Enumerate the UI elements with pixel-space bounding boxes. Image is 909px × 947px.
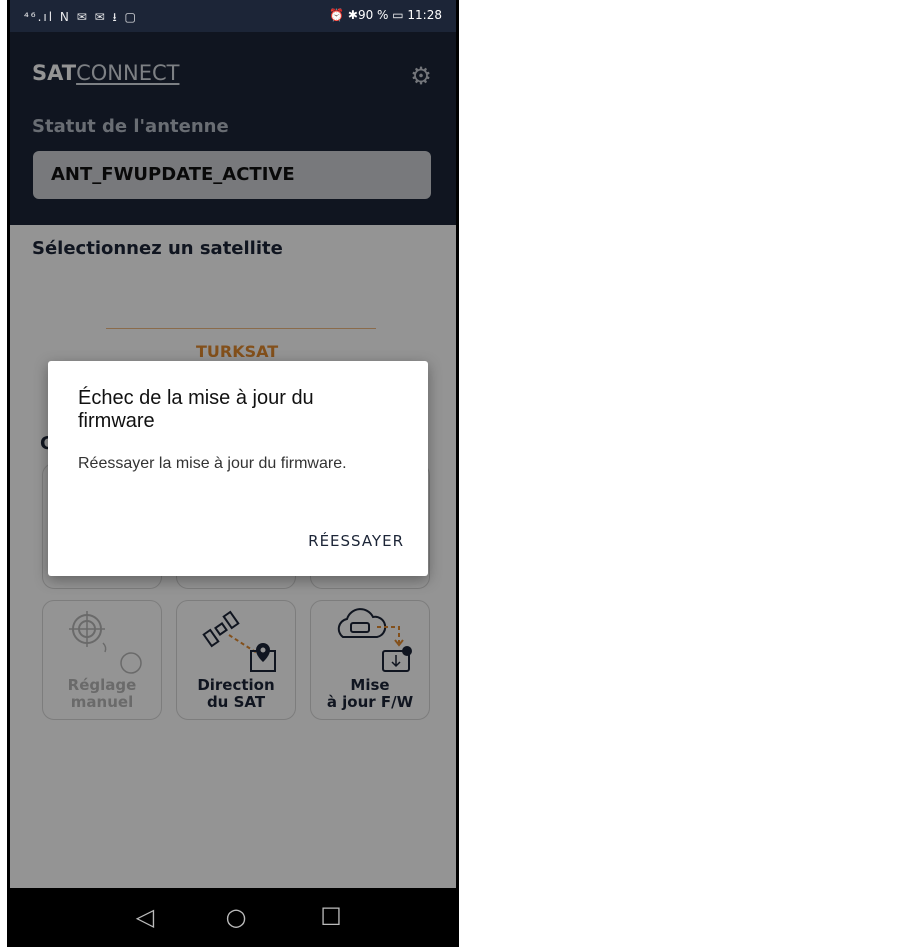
status-bar: ⁴⁶.ıl N ✉ ✉ ⭳ ▢ ⏰ ✱90 % ▭ 11:28 xyxy=(10,0,456,32)
recents-icon[interactable]: ☐ xyxy=(316,902,346,932)
retry-button[interactable]: RÉESSAYER xyxy=(308,532,404,550)
back-icon[interactable]: ◁ xyxy=(130,902,160,932)
dialog-message: Réessayer la mise à jour du firmware. xyxy=(78,455,347,472)
status-icons-left: ⁴⁶.ıl N ✉ ✉ ⭳ ▢ xyxy=(24,10,138,24)
phone-screen: ⁴⁶.ıl N ✉ ✉ ⭳ ▢ ⏰ ✱90 % ▭ 11:28 SATCONNE… xyxy=(7,0,459,947)
firmware-error-dialog: Échec de la mise à jour du firmware Rées… xyxy=(48,361,428,576)
home-icon[interactable]: ○ xyxy=(221,902,251,932)
system-nav-bar: ◁ ○ ☐ xyxy=(10,888,456,947)
dialog-title: Échec de la mise à jour du firmware xyxy=(78,387,314,432)
status-icons-right: ⏰ ✱90 % ▭ 11:28 xyxy=(329,8,442,22)
